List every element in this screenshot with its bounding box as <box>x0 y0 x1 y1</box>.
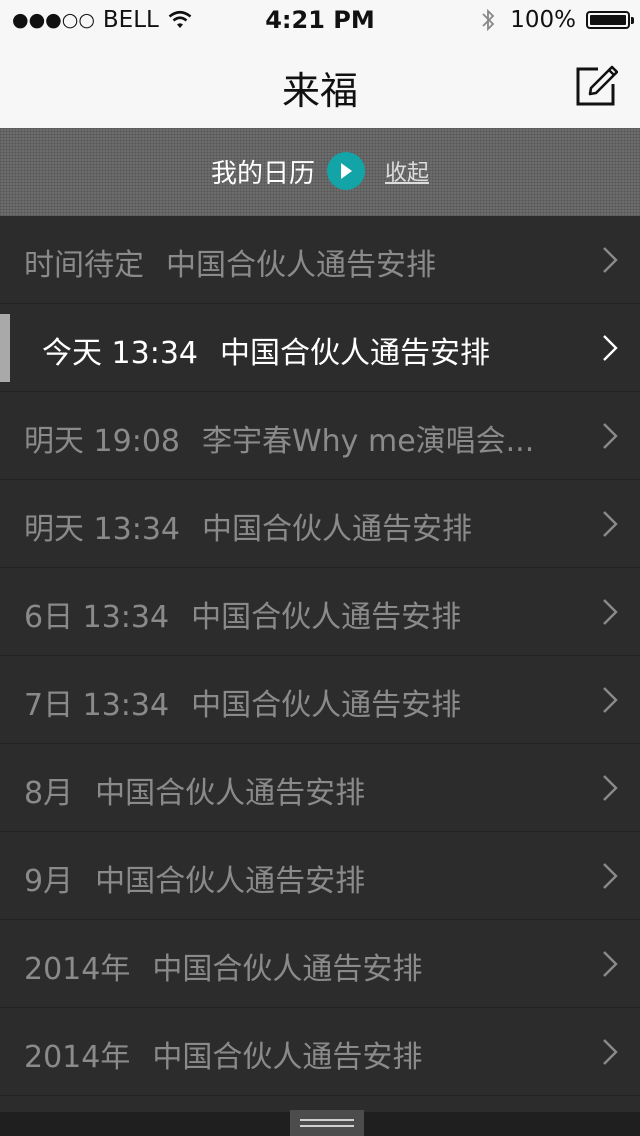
event-time: 6日 13:34 <box>24 600 170 635</box>
event-text: 2014年 中国合伙人通告安排 <box>24 1032 422 1076</box>
collapse-link[interactable]: 收起 <box>385 155 429 187</box>
event-row[interactable]: 2014年 中国合伙人通告安排 <box>0 1008 640 1096</box>
chevron-right-icon <box>603 335 618 361</box>
event-text: 2014年 中国合伙人通告安排 <box>24 944 422 988</box>
compose-icon[interactable] <box>574 64 618 108</box>
status-bar: ●●●○○ BELL 4:21 PM 100% <box>0 0 640 40</box>
chevron-right-icon <box>603 951 618 977</box>
bottom-bar <box>0 1110 640 1136</box>
event-time: 7日 13:34 <box>24 688 170 723</box>
event-row[interactable]: 7日 13:34 中国合伙人通告安排 <box>0 656 640 744</box>
battery-percentage: 100% <box>510 7 576 33</box>
event-time: 明天 13:34 <box>24 512 180 547</box>
event-title: 中国合伙人通告安排 <box>191 688 462 723</box>
status-right: 100% <box>480 7 634 33</box>
event-list: 时间待定 中国合伙人通告安排 今天 13:34 中国合伙人通告安排 明天 19:08 李宇… <box>0 216 640 1112</box>
event-time: 2014年 <box>24 1040 131 1075</box>
nav-bar: 来福 <box>0 40 640 128</box>
event-time: 9月 <box>24 864 74 899</box>
event-title: 李宇春Why me演唱会... <box>202 424 535 459</box>
event-row[interactable]: 9月 中国合伙人通告安排 <box>0 832 640 920</box>
chevron-right-icon <box>603 863 618 889</box>
chevron-right-icon <box>603 511 618 537</box>
event-time: 今天 13:34 <box>42 336 198 371</box>
event-title: 中国合伙人通告安排 <box>152 1040 423 1075</box>
play-icon <box>341 163 352 179</box>
calendar-title: 我的日历 <box>210 158 315 189</box>
event-row[interactable]: 时间待定 中国合伙人通告安排 <box>0 216 640 304</box>
event-title: 中国合伙人通告安排 <box>95 776 366 811</box>
chevron-right-icon <box>603 247 618 273</box>
chevron-right-icon <box>603 687 618 713</box>
play-button[interactable] <box>327 152 365 190</box>
event-title: 中国合伙人通告安排 <box>95 864 366 899</box>
drag-handle-line <box>300 1119 354 1121</box>
chevron-right-icon <box>603 775 618 801</box>
event-time: 8月 <box>24 776 74 811</box>
event-row[interactable]: 6日 13:34 中国合伙人通告安排 <box>0 568 640 656</box>
event-text: 今天 13:34 中国合伙人通告安排 <box>42 328 490 372</box>
event-row[interactable]: 明天 19:08 李宇春Why me演唱会... <box>0 392 640 480</box>
chevron-right-icon <box>603 1039 618 1065</box>
event-text: 时间待定 中国合伙人通告安排 <box>24 240 436 284</box>
event-time: 时间待定 <box>24 248 144 283</box>
event-text: 明天 13:34 中国合伙人通告安排 <box>24 504 472 548</box>
event-text: 7日 13:34 中国合伙人通告安排 <box>24 680 461 724</box>
chevron-right-icon <box>603 423 618 449</box>
event-text: 8月 中国合伙人通告安排 <box>24 768 365 812</box>
page-title: 来福 <box>281 69 358 113</box>
bluetooth-icon <box>482 8 495 32</box>
event-row[interactable]: 8月 中国合伙人通告安排 <box>0 744 640 832</box>
calendar-banner: 我的日历 收起 <box>0 128 640 216</box>
event-title: 中国合伙人通告安排 <box>166 248 436 283</box>
event-row[interactable]: 明天 13:34 中国合伙人通告安排 <box>0 480 640 568</box>
drag-handle[interactable] <box>290 1110 364 1136</box>
event-title: 中国合伙人通告安排 <box>202 512 472 547</box>
event-row[interactable]: 今天 13:34 中国合伙人通告安排 <box>0 304 640 392</box>
event-text: 6日 13:34 中国合伙人通告安排 <box>24 592 461 636</box>
event-time: 明天 19:08 <box>24 424 180 459</box>
event-time: 2014年 <box>24 952 131 987</box>
calendar-banner-content: 我的日历 收起 <box>0 152 640 190</box>
active-row-marker <box>0 314 10 382</box>
battery-icon <box>586 11 634 29</box>
event-text: 9月 中国合伙人通告安排 <box>24 856 365 900</box>
drag-handle-line <box>300 1125 354 1127</box>
event-title: 中国合伙人通告安排 <box>220 336 490 371</box>
chevron-right-icon <box>603 599 618 625</box>
event-text: 明天 19:08 李宇春Why me演唱会... <box>24 416 534 460</box>
event-row[interactable]: 2014年 中国合伙人通告安排 <box>0 920 640 1008</box>
event-title: 中国合伙人通告安排 <box>152 952 423 987</box>
app-screen: ●●●○○ BELL 4:21 PM 100% 来福 我的日历 收起 时间待定 … <box>0 0 640 1136</box>
event-title: 中国合伙人通告安排 <box>191 600 462 635</box>
